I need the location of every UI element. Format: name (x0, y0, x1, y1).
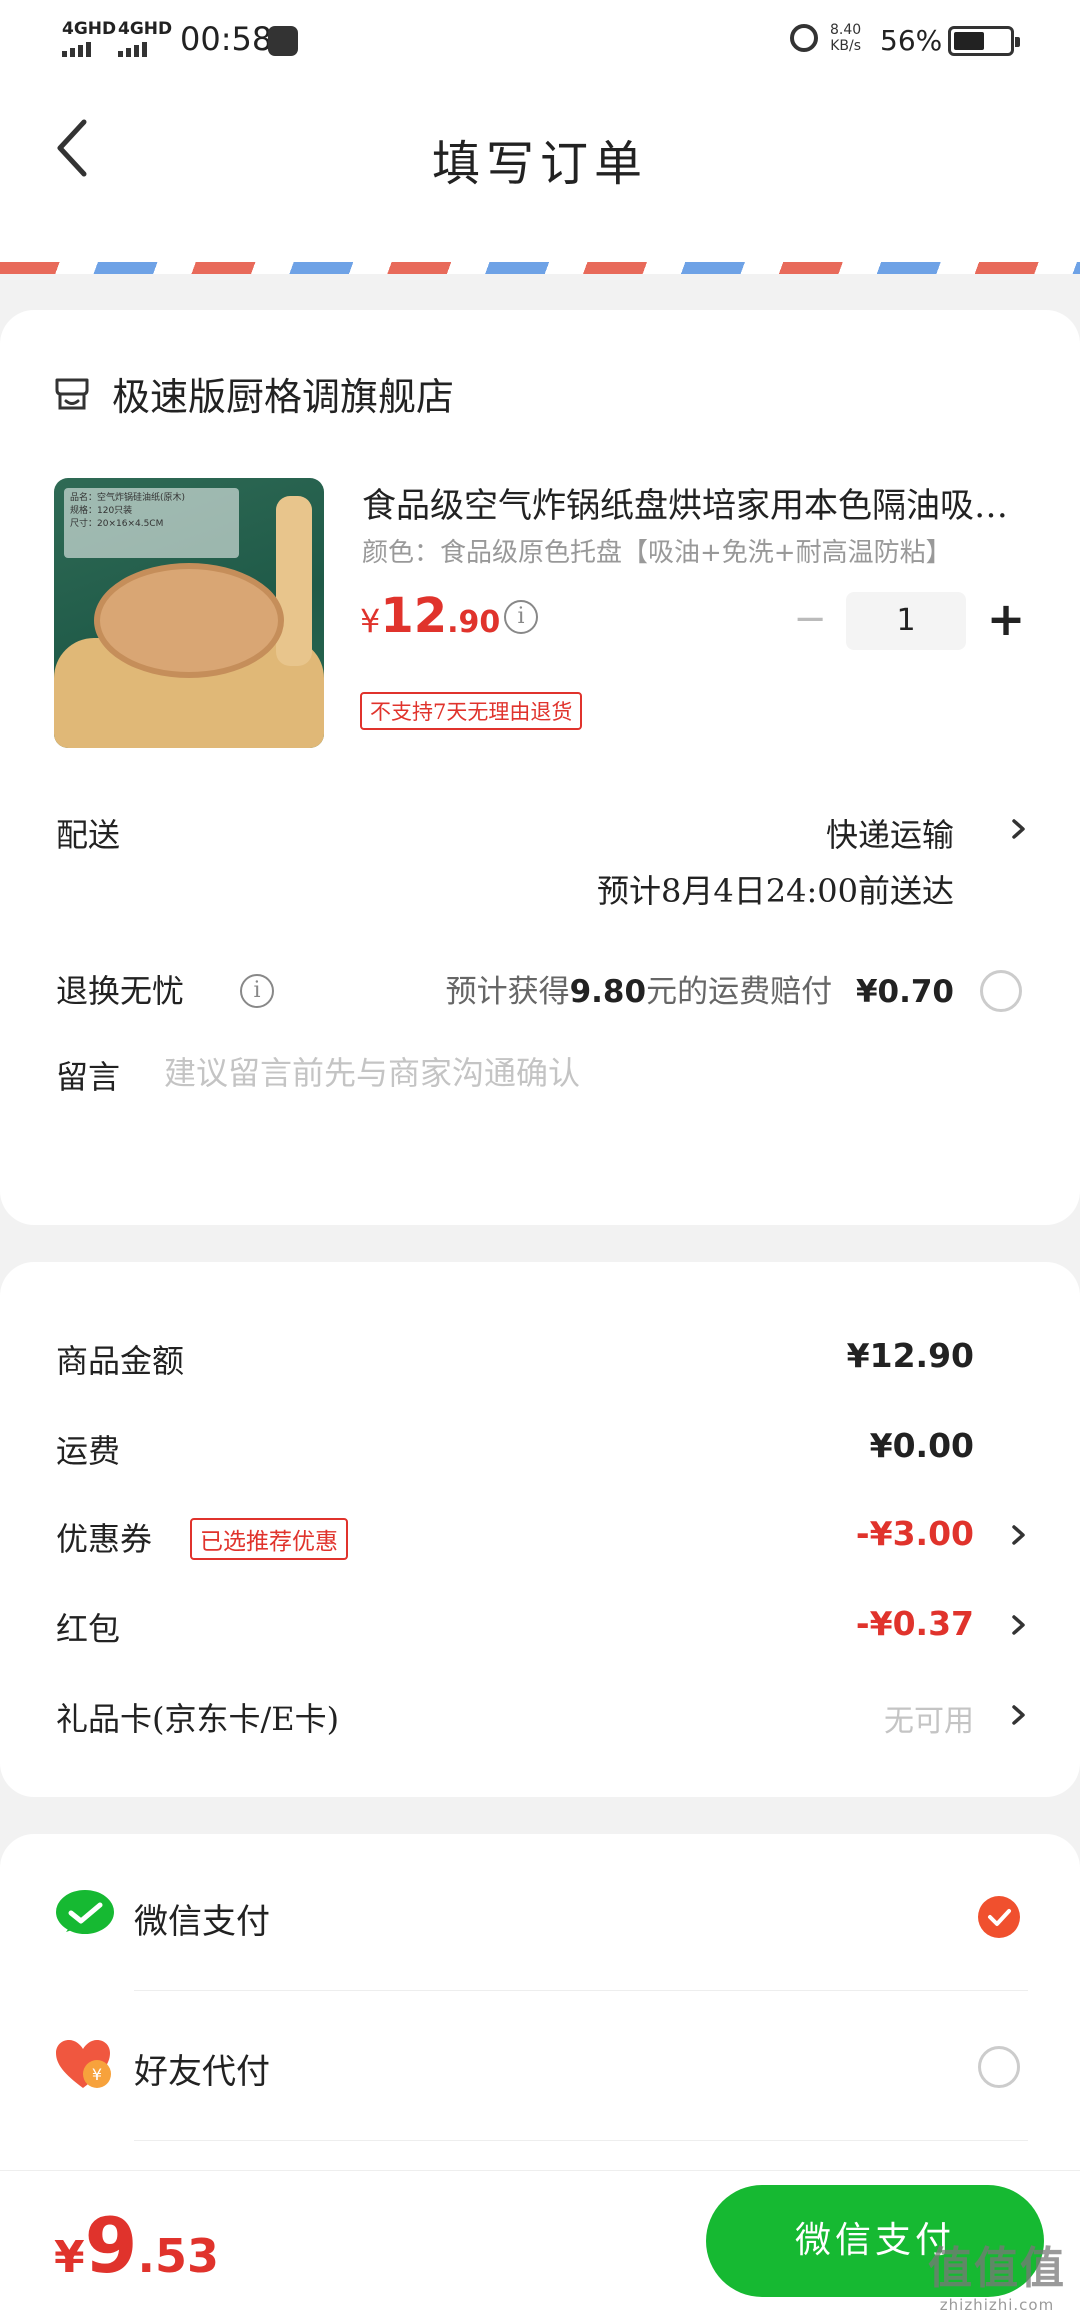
friend-pay-heart-icon: ¥ (56, 2040, 111, 2088)
total-decimal: .53 (137, 2229, 220, 2283)
app-notification-icon (268, 26, 298, 56)
shop-name: 极速版厨格调旗舰店 (112, 375, 455, 419)
network-speed-unit: KB/s (830, 38, 861, 54)
product-variant[interactable]: 颜色：食品级原色托盘【吸油+免洗+耐高温防粘】 (362, 532, 972, 569)
return-insurance-info-icon[interactable]: i (240, 974, 274, 1008)
chevron-right-icon[interactable] (1008, 1700, 1030, 1730)
image-label-line: 规格：120只装 (70, 506, 133, 516)
order-item-card: 极速版厨格调旗舰店 品名：空气炸锅硅油纸(原木) 规格：120只装 尺寸：20×… (0, 310, 1080, 1225)
coupon-label: 优惠券 (56, 1520, 153, 1558)
return-desc-amount: 9.80 (569, 974, 647, 1010)
wechat-pay-icon (56, 1890, 114, 1934)
battery-percent: 56% (880, 24, 943, 57)
payment-divider (134, 2140, 1028, 2141)
product-price: ¥12.90 (360, 588, 500, 644)
shop-icon (55, 378, 89, 409)
signal-label-2: 4GHD (118, 19, 173, 39)
check-icon (988, 1909, 1011, 1926)
shipping-fee-value: ¥0.00 (869, 1426, 974, 1465)
shipping-fee-label: 运费 (56, 1432, 121, 1470)
delivery-method[interactable]: 快递运输 (826, 810, 954, 856)
gift-card-value[interactable]: 无可用 (884, 1696, 974, 1740)
goods-amount-value: ¥12.90 (846, 1336, 974, 1375)
product-title[interactable]: 食品级空气炸锅纸盘烘培家用本色隔油吸油纸锡纸 (362, 478, 1034, 527)
watermark-url: zhizhizhi.com (939, 2296, 1055, 2314)
airmail-stripe-divider (0, 262, 1080, 274)
shop-header[interactable]: 极速版厨格调旗舰店 (52, 366, 454, 421)
battery-icon (948, 26, 1020, 56)
coupon-selected-badge: 已选推荐优惠 (190, 1518, 348, 1560)
return-insurance-desc: 预计获得9.80元的运费赔付 ¥0.70 (446, 966, 954, 1011)
svg-text:¥: ¥ (92, 2065, 102, 2084)
message-input[interactable] (164, 1048, 1024, 1098)
payment-divider (134, 1990, 1028, 1991)
product-image[interactable]: 品名：空气炸锅硅油纸(原木) 规格：120只装 尺寸：20×16×4.5CM (54, 478, 324, 748)
chevron-right-icon[interactable] (1008, 1520, 1030, 1550)
return-insurance-price: ¥0.70 (855, 974, 954, 1010)
network-speed: 8.40 KB/s (830, 22, 861, 54)
chevron-right-icon[interactable] (1008, 1610, 1030, 1640)
message-label: 留言 (56, 1058, 121, 1096)
red-packet-value[interactable]: -¥0.37 (856, 1604, 974, 1643)
delivery-label: 配送 (56, 816, 121, 854)
image-label-line: 品名：空气炸锅硅油纸(原木) (70, 493, 186, 503)
watermark-logo-text: 值值值 (928, 2243, 1066, 2294)
product-image-label: 品名：空气炸锅硅油纸(原木) 规格：120只装 尺寸：20×16×4.5CM (64, 488, 239, 558)
image-label-line: 尺寸：20×16×4.5CM (70, 519, 164, 529)
friend-pay-label[interactable]: 好友代付 (134, 2044, 270, 2093)
total-price: ¥9.53 (54, 2201, 219, 2290)
gift-card-label: 礼品卡(京东卡/E卡) (56, 1700, 340, 1738)
quantity-increase-button[interactable]: + (984, 592, 1028, 648)
checkout-bar: ¥9.53 微信支付 (0, 2170, 1080, 2317)
site-watermark: 值值值 zhizhizhi.com (928, 2232, 1066, 2314)
friend-pay-radio[interactable] (978, 2046, 1020, 2088)
clock: 00:58 (180, 20, 273, 58)
signal-label-1: 4GHD (62, 19, 117, 39)
delivery-eta: 预计8月4日24:00前送达 (597, 872, 954, 910)
price-info-icon[interactable]: i (504, 600, 538, 634)
return-insurance-label: 退换无忧 (56, 972, 185, 1010)
battery-fill (954, 32, 984, 50)
return-insurance-radio[interactable] (980, 970, 1022, 1012)
status-bar: 4GHD 4GHD 00:58 8.40 KB/s 56% (0, 0, 1080, 80)
price-integer: 12 (380, 588, 448, 644)
red-packet-label: 红包 (56, 1610, 121, 1648)
price-currency: ¥ (360, 602, 381, 640)
signal-indicator-2: 4GHD (118, 20, 172, 57)
page-title: 填写订单 (431, 136, 648, 192)
goods-amount-label: 商品金额 (56, 1342, 185, 1380)
network-speed-value: 8.40 (830, 22, 862, 38)
price-decimal: .90 (447, 605, 501, 640)
alarm-icon (790, 24, 818, 52)
return-desc-suffix: 元的运费赔付 (646, 974, 833, 1010)
wechat-pay-radio-checked[interactable] (978, 1896, 1020, 1938)
return-policy-badge: 不支持7天无理由退货 (360, 692, 583, 730)
wechat-pay-label[interactable]: 微信支付 (134, 1894, 270, 1943)
total-integer: 9 (84, 2201, 138, 2290)
header: 填写订单 (0, 80, 1080, 270)
quantity-decrease-button[interactable]: − (790, 592, 830, 648)
quantity-value[interactable]: 1 (846, 592, 966, 650)
return-desc-prefix: 预计获得 (445, 974, 570, 1010)
total-currency: ¥ (54, 2232, 85, 2283)
signal-indicator-1: 4GHD (62, 20, 116, 57)
coupon-value[interactable]: -¥3.00 (856, 1514, 974, 1553)
chevron-right-icon[interactable] (1008, 814, 1030, 844)
